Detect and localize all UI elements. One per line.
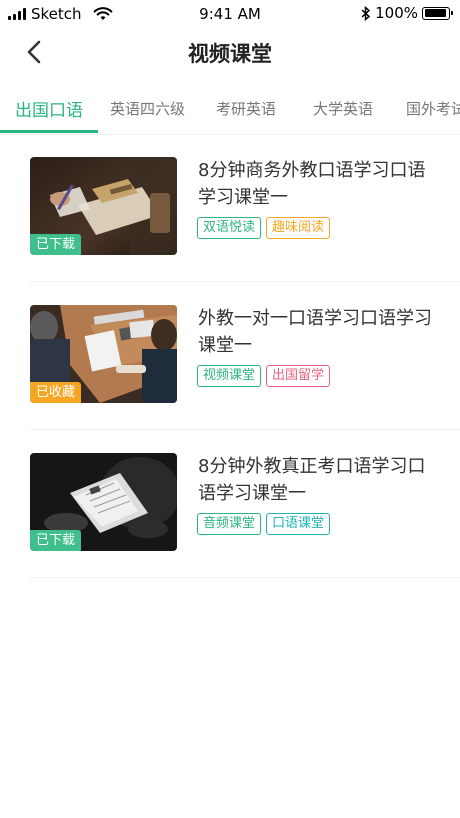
nav-bar: 视频课堂 — [0, 28, 460, 76]
course-tags: 音频课堂 口语课堂 — [197, 513, 331, 535]
tag[interactable]: 双语悦读 — [197, 217, 262, 239]
tab-4[interactable]: 国外考试 — [406, 98, 460, 119]
course-tags: 双语悦读 趣味阅读 — [197, 217, 331, 239]
tag[interactable]: 视频课堂 — [197, 365, 262, 387]
category-tabs: 出国口语 英语四六级 考研英语 大学英语 国外考试 — [0, 88, 460, 135]
course-title: 外教一对一口语学习口语学习课堂一 — [198, 308, 432, 356]
course-tags: 视频课堂 出国留学 — [197, 365, 331, 387]
tab-3[interactable]: 大学英语 — [313, 98, 373, 119]
course-title: 8分钟商务外教口语学习口语学习课堂一 — [198, 160, 426, 208]
tab-0[interactable]: 出国口语 — [15, 96, 83, 121]
tag[interactable]: 音频课堂 — [197, 513, 262, 535]
course-title: 8分钟外教真正考口语学习口语学习课堂一 — [198, 456, 426, 504]
tag[interactable]: 趣味阅读 — [266, 217, 331, 239]
tab-2[interactable]: 考研英语 — [216, 98, 276, 119]
page-title: 视频课堂 — [188, 42, 272, 66]
course-item-2[interactable]: 已下载 8分钟外教真正考口语学习口语学习课堂一 音频课堂 口语课堂 — [30, 429, 460, 578]
course-thumbnail: 已下载 — [30, 453, 177, 551]
tab-1[interactable]: 英语四六级 — [110, 98, 185, 119]
status-bar: Sketch 9:41 AM 100% — [0, 0, 460, 28]
tag[interactable]: 出国留学 — [266, 365, 331, 387]
battery-icon — [422, 6, 453, 20]
course-thumbnail: 已下载 — [30, 157, 177, 255]
bluetooth-icon — [361, 5, 371, 21]
favorite-badge: 已收藏 — [30, 382, 82, 403]
course-item-1[interactable]: 已收藏 外教一对一口语学习口语学习课堂一 视频课堂 出国留学 — [30, 281, 460, 430]
status-right: 100% — [361, 4, 453, 22]
course-item-0[interactable]: 已下载 8分钟商务外教口语学习口语学习课堂一 双语悦读 趣味阅读 — [30, 133, 460, 282]
download-badge: 已下载 — [30, 530, 82, 551]
download-badge: 已下载 — [30, 234, 82, 255]
battery-percent: 100% — [375, 4, 418, 22]
tag[interactable]: 口语课堂 — [266, 513, 331, 535]
course-thumbnail: 已收藏 — [30, 305, 177, 403]
